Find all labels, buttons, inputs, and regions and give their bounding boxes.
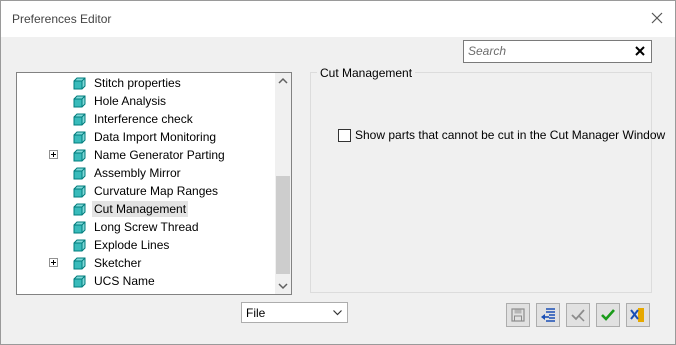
tree-item[interactable]: Hole Analysis — [17, 92, 275, 110]
title-bar: Preferences Editor — [1, 1, 675, 37]
preference-node-icon — [73, 149, 86, 162]
preference-node-icon — [73, 203, 86, 216]
expand-icon[interactable] — [49, 258, 58, 267]
search-input[interactable] — [468, 43, 628, 59]
tree-item[interactable]: UCS Name — [17, 272, 275, 290]
close-icon[interactable] — [649, 10, 665, 26]
window-title: Preferences Editor — [12, 12, 112, 26]
expand-icon[interactable] — [49, 150, 58, 159]
tree-item-label: Explode Lines — [94, 238, 170, 252]
tree-item-label: UCS Name — [94, 274, 155, 288]
preference-node-icon — [73, 275, 86, 288]
scroll-thumb[interactable] — [276, 176, 290, 274]
tree-item[interactable]: Cut Management — [17, 200, 275, 218]
tree-item[interactable]: Data Import Monitoring — [17, 128, 275, 146]
tree-item-label: Stitch properties — [94, 76, 181, 90]
tree-scrollbar[interactable] — [275, 73, 291, 294]
tree-item-label: Interference check — [94, 112, 193, 126]
save-button[interactable] — [506, 303, 530, 327]
preference-node-icon — [73, 77, 86, 90]
tree-item[interactable]: Explode Lines — [17, 236, 275, 254]
cancel-exit-icon — [630, 308, 644, 322]
preference-node-icon — [73, 167, 86, 180]
tree-item[interactable]: Sketcher — [17, 254, 275, 272]
tree-item-label: Curvature Map Ranges — [94, 184, 219, 198]
settings-group-box — [310, 72, 652, 293]
ok-button[interactable] — [596, 303, 620, 327]
tree-item-label: Long Screw Thread — [94, 220, 199, 234]
scroll-up-icon[interactable] — [275, 73, 291, 89]
import-list-button[interactable] — [536, 303, 560, 327]
tree-item-label: Hole Analysis — [94, 94, 167, 108]
tree-item[interactable]: Name Generator Parting — [17, 146, 275, 164]
tree-item-label: Cut Management — [92, 201, 189, 217]
apply-partial-icon — [571, 309, 585, 322]
tree-item[interactable]: Stitch properties — [17, 74, 275, 92]
preference-node-icon — [73, 131, 86, 144]
preference-node-icon — [73, 221, 86, 234]
tree-item-label: Assembly Mirror — [94, 166, 181, 180]
tree-item[interactable]: Interference check — [17, 110, 275, 128]
ok-check-icon — [601, 309, 615, 321]
cancel-button[interactable] — [626, 303, 650, 327]
chevron-down-icon — [333, 310, 342, 316]
import-list-icon — [541, 308, 555, 322]
tree-item-label: Name Generator Parting — [94, 148, 225, 162]
save-icon — [511, 308, 525, 322]
scope-select[interactable]: File — [241, 302, 348, 323]
preference-node-icon — [73, 95, 86, 108]
preference-node-icon — [73, 185, 86, 198]
tree-item-label: Data Import Monitoring — [94, 130, 217, 144]
tree-item-label: Sketcher — [94, 256, 142, 270]
show-uncuttable-parts-checkbox[interactable] — [338, 129, 351, 142]
apply-partial-button[interactable] — [566, 303, 590, 327]
scope-select-value: File — [246, 306, 266, 320]
preferences-editor-window: Preferences Editor Stitch properties Hole… — [0, 0, 676, 345]
tree-item[interactable]: Assembly Mirror — [17, 164, 275, 182]
preference-node-icon — [73, 113, 86, 126]
settings-group-title: Cut Management — [317, 66, 416, 80]
search-box — [463, 40, 652, 63]
tree-item[interactable]: Curvature Map Ranges — [17, 182, 275, 200]
preference-node-icon — [73, 257, 86, 270]
clear-search-icon[interactable] — [634, 45, 646, 57]
preferences-tree: Stitch properties Hole Analysis Interferen… — [16, 72, 292, 295]
preference-node-icon — [73, 239, 86, 252]
scroll-down-icon[interactable] — [275, 278, 291, 294]
show-uncuttable-parts-label[interactable]: Show parts that cannot be cut in the Cut… — [355, 128, 665, 142]
tree-item[interactable]: Long Screw Thread — [17, 218, 275, 236]
